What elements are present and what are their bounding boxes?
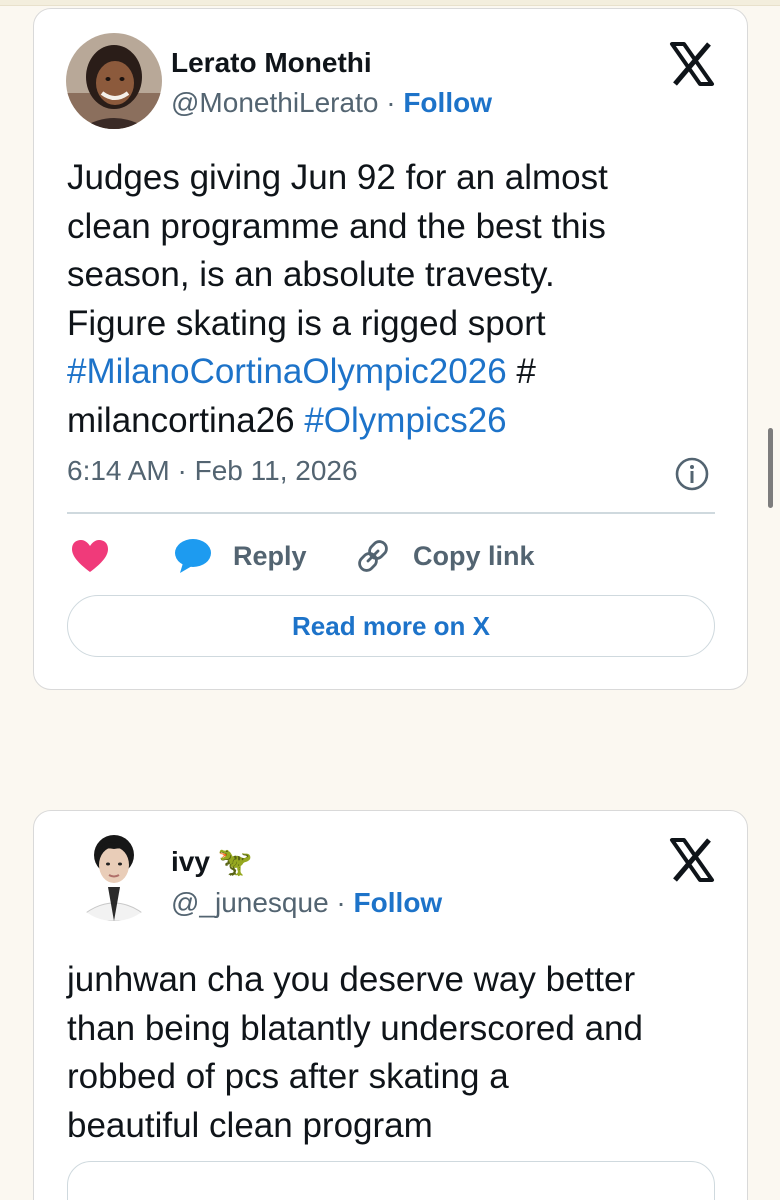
handle-separator: · bbox=[378, 87, 404, 118]
author-name[interactable]: ivy 🦖 bbox=[171, 845, 253, 878]
divider bbox=[67, 512, 715, 514]
reply-button[interactable]: Reply bbox=[173, 536, 307, 576]
x-logo-icon[interactable] bbox=[669, 41, 715, 87]
author-handle-line: @_junesque · Follow bbox=[171, 887, 442, 919]
tweet-text-line: beautiful clean program bbox=[67, 1105, 433, 1145]
author-name[interactable]: Lerato Monethi bbox=[171, 47, 372, 79]
scrollbar-thumb[interactable] bbox=[768, 428, 773, 508]
read-more-button[interactable]: Read more on X bbox=[67, 595, 715, 657]
follow-link[interactable]: Follow bbox=[403, 87, 492, 118]
author-handle-line: @MonethiLerato · Follow bbox=[171, 87, 492, 119]
copy-link-label: Copy link bbox=[413, 540, 535, 571]
tweet-text: Judges giving Jun 92 for an almost clean… bbox=[67, 154, 727, 445]
plain-text: milancortina26 bbox=[67, 400, 305, 440]
like-button[interactable] bbox=[70, 536, 110, 576]
author-avatar[interactable] bbox=[66, 825, 162, 921]
author-handle[interactable]: @_junesque bbox=[171, 887, 329, 918]
avatar-photo bbox=[66, 825, 162, 921]
link-icon bbox=[358, 540, 388, 572]
dinosaur-emoji: 🦖 bbox=[217, 846, 253, 877]
tweet-text: junhwan cha you deserve way better than … bbox=[67, 956, 727, 1150]
top-edge-strip bbox=[0, 0, 780, 6]
speech-bubble-icon bbox=[175, 539, 211, 573]
avatar-photo bbox=[66, 33, 162, 129]
tweet-embed-card: ivy 🦖 @_junesque · Follow junhwan cha yo… bbox=[33, 810, 748, 1200]
author-handle[interactable]: @MonethiLerato bbox=[171, 87, 378, 118]
tweet-text-line: Judges giving Jun 92 for an almost bbox=[67, 158, 608, 197]
follow-link[interactable]: Follow bbox=[354, 887, 443, 918]
copy-link-button[interactable]: Copy link bbox=[355, 536, 535, 576]
author-avatar[interactable] bbox=[66, 33, 162, 129]
tweet-text-line: clean programme and the best this bbox=[67, 206, 606, 246]
tweet-text-line: #MilanoCortinaOlympic2026 # bbox=[67, 348, 727, 397]
reply-label: Reply bbox=[233, 540, 307, 571]
tweet-text-line: season, is an absolute travesty. bbox=[67, 255, 555, 294]
hashtag-link[interactable]: #MilanoCortinaOlympic2026 bbox=[67, 352, 507, 391]
tweet-embed-card: Lerato Monethi @MonethiLerato · Follow J… bbox=[33, 8, 748, 690]
tweet-timestamp[interactable]: 6:14 AM · Feb 11, 2026 bbox=[67, 455, 358, 487]
tweet-text-line: junhwan cha you deserve way better bbox=[67, 960, 636, 999]
tweet-text-line: than being blatantly underscored and bbox=[67, 1008, 643, 1048]
info-icon[interactable] bbox=[674, 456, 710, 492]
handle-separator: · bbox=[328, 887, 354, 918]
tweet-text-line: robbed of pcs after skating a bbox=[67, 1057, 509, 1096]
hashtag-link[interactable]: #Olympics26 bbox=[304, 401, 506, 440]
tweet-text-line: Figure skating is a rigged sport bbox=[67, 303, 546, 343]
tweet-text-line: milancortina26 #Olympics26 bbox=[67, 397, 727, 446]
author-name-text: ivy bbox=[171, 846, 210, 877]
heart-icon bbox=[72, 540, 108, 572]
x-logo-icon[interactable] bbox=[669, 837, 715, 883]
quoted-content-box[interactable] bbox=[67, 1161, 715, 1200]
hashtag-fragment: # bbox=[506, 352, 536, 391]
